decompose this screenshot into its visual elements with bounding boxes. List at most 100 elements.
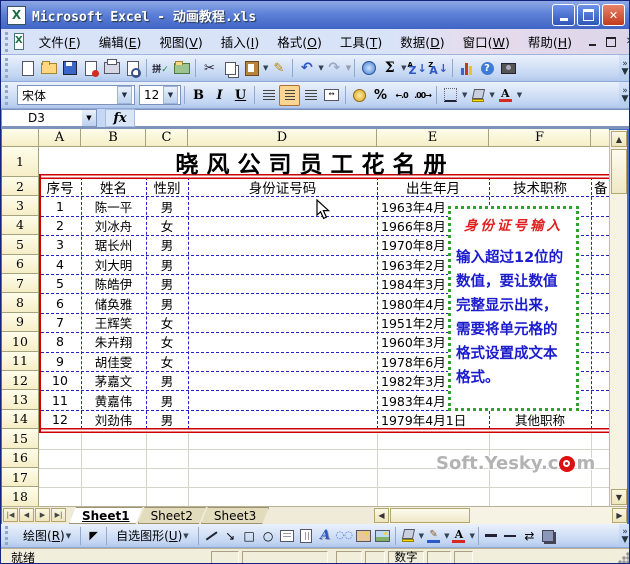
bold-button[interactable]: B bbox=[188, 85, 209, 106]
format-painter-button[interactable]: ✎ bbox=[268, 58, 289, 79]
table-cell[interactable]: 6 bbox=[39, 293, 81, 312]
shape-fill-color-button[interactable] bbox=[399, 525, 418, 546]
menu-工具(T)[interactable]: 工具(T) bbox=[331, 29, 391, 54]
table-cell[interactable]: 储奂雅 bbox=[81, 293, 146, 312]
menu-视图(V)[interactable]: 视图(V) bbox=[150, 29, 211, 54]
merge-center-button[interactable]: ↔ bbox=[321, 85, 342, 106]
row-header-11[interactable]: 11 bbox=[2, 351, 39, 371]
font-name-combo[interactable]: 宋体 ▼ bbox=[17, 85, 135, 105]
spelling-button[interactable]: 拼✓ bbox=[150, 58, 171, 79]
row-header-1[interactable]: 1 bbox=[2, 147, 39, 177]
scroll-up-button[interactable]: ▲ bbox=[611, 131, 627, 147]
table-cell[interactable]: 琚长州 bbox=[81, 235, 146, 254]
toolbar-grip[interactable] bbox=[5, 526, 13, 545]
table-cell[interactable]: 胡佳雯 bbox=[81, 352, 146, 371]
table-cell[interactable]: 7 bbox=[39, 313, 81, 332]
previous-sheet-button[interactable]: ◀ bbox=[19, 508, 34, 522]
row-header-6[interactable]: 6 bbox=[2, 254, 39, 274]
currency-button[interactable] bbox=[349, 85, 370, 106]
column-header-A[interactable]: A bbox=[39, 129, 81, 147]
undo-button[interactable]: ↶ bbox=[296, 58, 317, 79]
chevron-down-icon[interactable]: ▼ bbox=[163, 86, 178, 104]
underline-button[interactable]: U bbox=[230, 85, 251, 106]
line-button[interactable] bbox=[202, 525, 221, 546]
borders-button[interactable] bbox=[440, 85, 461, 106]
help-button[interactable]: ? bbox=[477, 58, 498, 79]
row-header-17[interactable]: 17 bbox=[2, 468, 39, 488]
arrow-style-button[interactable]: ⇄ bbox=[520, 525, 539, 546]
table-cell[interactable]: 女 bbox=[146, 216, 188, 235]
diagram-button[interactable]: ◌◌ bbox=[335, 525, 354, 546]
align-left-button[interactable] bbox=[258, 85, 279, 106]
menu-窗口(W)[interactable]: 窗口(W) bbox=[454, 29, 519, 54]
column-header-B[interactable]: B bbox=[81, 129, 146, 147]
table-cell[interactable]: 刘劲伟 bbox=[81, 410, 146, 429]
increase-decimal-button[interactable]: ←.0 bbox=[391, 85, 412, 106]
worksheet-grid[interactable]: A B C D E F 1 2 3 4 5 6 7 8 9 10 11 12 13 14 15 16 17 18 晓风公司员工花… bbox=[2, 129, 609, 506]
minimize-button[interactable] bbox=[552, 4, 575, 26]
table-cell[interactable]: 男 bbox=[146, 235, 188, 254]
table-cell[interactable]: 12 bbox=[39, 410, 81, 429]
table-cell[interactable]: 男 bbox=[146, 390, 188, 409]
table-cell[interactable]: 刘冰舟 bbox=[81, 216, 146, 235]
toolbar-options-button[interactable]: » ▼ bbox=[619, 55, 629, 81]
column-header-F[interactable]: F bbox=[489, 129, 591, 147]
row-header-15[interactable]: 15 bbox=[2, 429, 39, 449]
close-button[interactable]: ✕ bbox=[602, 4, 625, 26]
formula-input[interactable] bbox=[135, 109, 629, 127]
sheet-tab-sheet2[interactable]: Sheet2 bbox=[138, 507, 206, 524]
doc-minimize-button[interactable] bbox=[584, 35, 600, 49]
arrow-button[interactable]: ↘ bbox=[221, 525, 240, 546]
italic-button[interactable]: I bbox=[209, 85, 230, 106]
vertical-text-box-button[interactable] bbox=[297, 525, 316, 546]
permission-button[interactable] bbox=[80, 58, 101, 79]
autosum-button[interactable]: Σ bbox=[379, 58, 400, 79]
doc-close-button[interactable]: ✕ bbox=[622, 35, 629, 49]
row-header-16[interactable]: 16 bbox=[2, 448, 39, 468]
next-sheet-button[interactable]: ▶ bbox=[35, 508, 50, 522]
open-folder-button[interactable] bbox=[38, 58, 59, 79]
chevron-down-icon[interactable]: ▼ bbox=[117, 86, 132, 104]
last-sheet-button[interactable]: ▶| bbox=[51, 508, 66, 522]
table-header-cell[interactable]: 技术职称 bbox=[489, 177, 591, 197]
column-header-G[interactable] bbox=[591, 129, 609, 147]
table-header-cell[interactable]: 备 bbox=[591, 177, 609, 197]
table-cell[interactable]: 女 bbox=[146, 352, 188, 371]
table-cell[interactable]: 男 bbox=[146, 196, 188, 215]
row-header-12[interactable]: 12 bbox=[2, 371, 39, 391]
row-header-13[interactable]: 13 bbox=[2, 390, 39, 410]
row-header-10[interactable]: 10 bbox=[2, 332, 39, 352]
table-header-cell[interactable]: 姓名 bbox=[81, 177, 146, 197]
clip-art-button[interactable] bbox=[354, 525, 373, 546]
text-box-button[interactable] bbox=[278, 525, 297, 546]
font-color-button[interactable]: A bbox=[495, 85, 516, 106]
table-cell[interactable]: 陈皓伊 bbox=[81, 274, 146, 293]
font-size-combo[interactable]: 12 ▼ bbox=[139, 85, 181, 105]
row-header-2[interactable]: 2 bbox=[2, 177, 39, 197]
toolbar-grip[interactable] bbox=[5, 57, 13, 79]
percent-button[interactable]: % bbox=[370, 85, 391, 106]
toolbar-options-button[interactable]: » ▼ bbox=[619, 524, 629, 547]
table-cell[interactable]: 刘大明 bbox=[81, 255, 146, 274]
picture-button[interactable] bbox=[373, 525, 392, 546]
menu-格式(O)[interactable]: 格式(O) bbox=[268, 29, 331, 54]
toolbar-options-button[interactable]: » ▼ bbox=[619, 82, 629, 108]
align-right-button[interactable] bbox=[300, 85, 321, 106]
menu-数据(D)[interactable]: 数据(D) bbox=[391, 29, 453, 54]
table-cell[interactable]: 1 bbox=[39, 196, 81, 215]
row-header-4[interactable]: 4 bbox=[2, 215, 39, 236]
chevron-down-icon[interactable]: ▼ bbox=[82, 110, 96, 126]
table-cell[interactable]: 4 bbox=[39, 255, 81, 274]
decrease-decimal-button[interactable]: .00→ bbox=[412, 85, 433, 106]
table-cell[interactable]: 11 bbox=[39, 390, 81, 409]
table-cell[interactable]: 女 bbox=[146, 313, 188, 332]
line-style-button[interactable] bbox=[482, 525, 501, 546]
sort-ascending-button[interactable]: A Z ↓ bbox=[407, 58, 428, 79]
table-header-cell[interactable]: 序号 bbox=[39, 177, 81, 197]
dash-style-button[interactable] bbox=[501, 525, 520, 546]
fill-color-button[interactable] bbox=[467, 85, 488, 106]
doc-restore-button[interactable] bbox=[603, 35, 619, 49]
table-cell[interactable]: 8 bbox=[39, 332, 81, 351]
resize-grip[interactable] bbox=[617, 550, 629, 563]
table-cell[interactable]: 茅嘉文 bbox=[81, 371, 146, 390]
